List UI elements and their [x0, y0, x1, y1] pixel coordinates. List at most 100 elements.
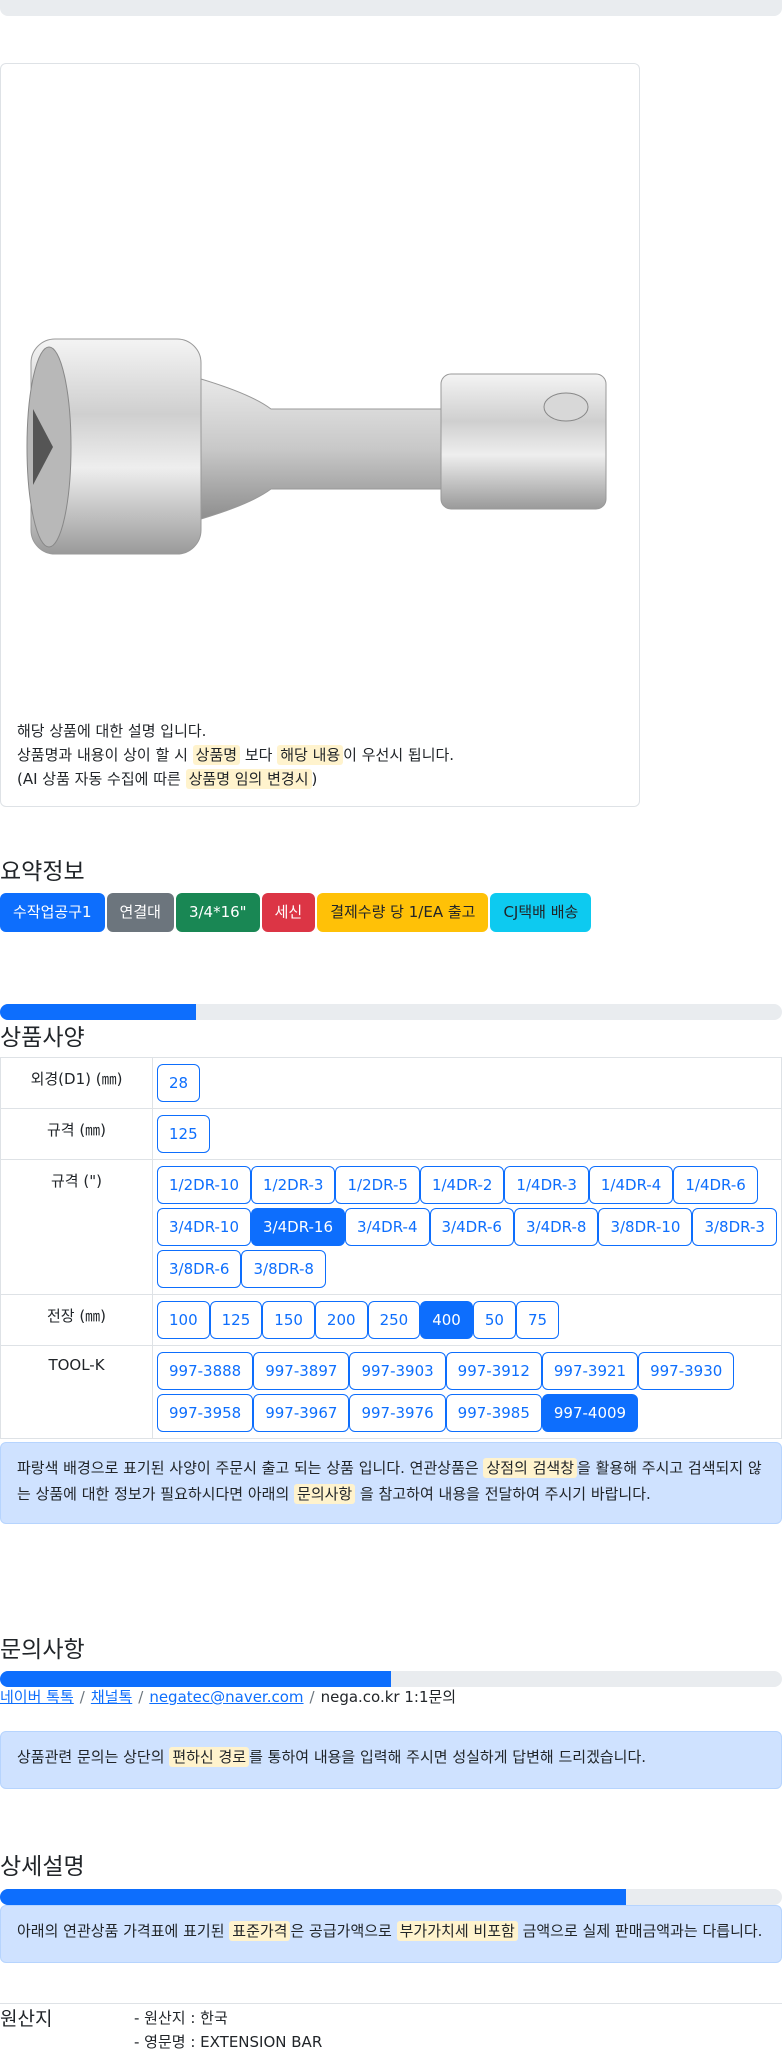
- spec-option-button[interactable]: 200: [314, 1301, 368, 1339]
- spec-notice: 파랑색 배경으로 표기된 사양이 주문시 출고 되는 상품 입니다. 연관상품은…: [0, 1442, 782, 1524]
- detail-progress-bar: [0, 1889, 626, 1905]
- highlight-name-change: 상품명 임의 변경시: [185, 769, 312, 789]
- spec-option-button[interactable]: 28: [157, 1064, 201, 1102]
- notice-text: 파랑색 배경으로 표기된 사양이 주문시 출고 되는 상품 입니다. 연관상품은: [17, 1459, 484, 1477]
- spec-option-button[interactable]: 997-3967: [253, 1394, 350, 1432]
- spec-option-button[interactable]: 400: [420, 1301, 473, 1339]
- spec-option-button[interactable]: 1/4DR-4: [588, 1166, 674, 1204]
- spec-options: 1/2DR-10 1/2DR-3 1/2DR-5 1/4DR-2 1/4DR-3 1/4D…: [152, 1159, 782, 1295]
- spec-options: 28: [152, 1057, 782, 1109]
- detail-progress: [0, 1889, 782, 1905]
- desc-line-3: (AI 상품 자동 수집에 따른 상품명 임의 변경시): [17, 767, 454, 791]
- spec-label: 전장 (㎜): [0, 1294, 153, 1346]
- separator: /: [138, 1688, 144, 1706]
- summary-badges: 수작업공구1 연결대 3/4*16" 세신 결제수량 당 1/EA 출고 CJ택배 배송: [0, 893, 592, 932]
- highlight-content: 해당 내용: [277, 745, 344, 765]
- spec-label: 외경(D1) (㎜): [0, 1057, 153, 1109]
- spec-option-button[interactable]: 1/2DR-5: [335, 1166, 420, 1204]
- origin-item: - 원산지 : 한국: [134, 2009, 228, 2027]
- highlight-standard-price: 표준가격: [229, 1921, 291, 1941]
- spec-row: 외경(D1) (㎜) 28: [0, 1057, 782, 1109]
- spec-option-button[interactable]: 1/4DR-6: [673, 1166, 758, 1204]
- english-name-item: - 영문명 : EXTENSION BAR: [134, 2033, 323, 2051]
- spec-option-button[interactable]: 1/4DR-2: [419, 1166, 505, 1204]
- desc-text: 이 우선시 됩니다.: [343, 746, 455, 764]
- highlight-route: 편하신 경로: [169, 1747, 250, 1767]
- spec-option-button[interactable]: 125: [157, 1115, 210, 1153]
- spec-row: 전장 (㎜) 100 125 150 200 250 400 50 75: [0, 1294, 782, 1346]
- notice-text: 상품관련 문의는 상단의: [17, 1748, 170, 1766]
- summary-badge: CJ택배 배송: [490, 893, 592, 932]
- spec-option-button[interactable]: 1/2DR-10: [157, 1166, 252, 1204]
- spec-option-button[interactable]: 125: [209, 1301, 263, 1339]
- spec-progress: [0, 1004, 782, 1020]
- spec-option-button[interactable]: 997-3903: [349, 1352, 446, 1390]
- spec-title: 상품사양: [0, 1025, 85, 1051]
- inquiry-notice: 상품관련 문의는 상단의 편하신 경로 를 통하여 내용을 입력해 주시면 성실하…: [0, 1731, 782, 1789]
- summary-badge: 수작업공구1: [0, 893, 105, 932]
- spec-option-button[interactable]: 997-3912: [445, 1352, 542, 1390]
- spec-row: TOOL-K 997-3888 997-3897 997-3903 997-3912 99…: [0, 1345, 782, 1439]
- spec-label: 규격 ("): [0, 1159, 153, 1295]
- detail-notice: 아래의 연관상품 가격표에 표기된 표준가격 은 공급가액으로 부가가치세 비포함…: [0, 1905, 782, 1963]
- spec-option-button[interactable]: 1/2DR-3: [251, 1166, 336, 1204]
- notice-text: 아래의 연관상품 가격표에 표기된: [17, 1922, 230, 1940]
- inquiry-progress: [0, 1671, 782, 1687]
- separator: /: [79, 1688, 85, 1706]
- spec-option-button[interactable]: 3/4DR-16: [251, 1208, 346, 1246]
- spec-option-button[interactable]: 3/4DR-6: [429, 1208, 514, 1246]
- spec-option-button[interactable]: 997-3897: [253, 1352, 350, 1390]
- spec-option-button[interactable]: 150: [262, 1301, 315, 1339]
- summary-badge: 3/4*16": [175, 893, 260, 932]
- email-link[interactable]: negatec@naver.com: [149, 1688, 303, 1706]
- inquiry-links: 네이버 톡톡 / 채널톡 / negatec@naver.com / nega.co.kr …: [0, 1686, 456, 1707]
- spec-option-button[interactable]: 1/4DR-3: [504, 1166, 589, 1204]
- spec-option-button[interactable]: 997-3985: [445, 1394, 542, 1432]
- spec-option-button[interactable]: 3/8DR-8: [241, 1250, 326, 1288]
- product-description: 해당 상품에 대한 설명 입니다. 상품명과 내용이 상이 할 시 상품명 보다…: [17, 719, 454, 791]
- summary-badge: 연결대: [106, 893, 174, 932]
- desc-line-1: 해당 상품에 대한 설명 입니다.: [17, 722, 207, 740]
- notice-text: 금액으로 실제 판매금액과는 다릅니다.: [517, 1922, 763, 1940]
- spec-option-button[interactable]: 997-3930: [638, 1352, 735, 1390]
- spec-option-button[interactable]: 75: [515, 1301, 560, 1339]
- summary-badge: 세신: [261, 893, 316, 932]
- naver-talk-link[interactable]: 네이버 톡톡: [0, 1688, 74, 1706]
- spec-options: 997-3888 997-3897 997-3903 997-3912 997-3921…: [152, 1345, 782, 1439]
- detail-title: 상세설명: [0, 1854, 85, 1880]
- summary-title: 요약정보: [0, 859, 85, 885]
- spec-option-button[interactable]: 997-3958: [157, 1394, 254, 1432]
- inquiry-progress-bar: [0, 1671, 391, 1687]
- spec-option-button[interactable]: 997-3976: [349, 1394, 446, 1432]
- spec-option-button[interactable]: 997-4009: [541, 1394, 639, 1432]
- channel-talk-link[interactable]: 채널톡: [91, 1688, 132, 1706]
- spec-option-button[interactable]: 997-3921: [541, 1352, 639, 1390]
- desc-text: (AI 상품 자동 수집에 따른: [17, 770, 186, 788]
- spec-option-button[interactable]: 3/8DR-10: [598, 1208, 693, 1246]
- spec-option-button[interactable]: 997-3888: [157, 1352, 254, 1390]
- origin-section: 원산지 - 원산지 : 한국 - 영문명 : EXTENSION BAR: [0, 2003, 782, 2051]
- product-image: [26, 338, 607, 555]
- desc-text: ): [311, 770, 318, 788]
- product-card: 해당 상품에 대한 설명 입니다. 상품명과 내용이 상이 할 시 상품명 보다…: [0, 63, 640, 807]
- highlight-inquiry: 문의사항: [294, 1484, 356, 1504]
- spec-option-button[interactable]: 3/4DR-10: [157, 1208, 252, 1246]
- spec-option-button[interactable]: 250: [367, 1301, 421, 1339]
- highlight-search: 상점의 검색창: [483, 1458, 578, 1478]
- spec-row: 규격 (") 1/2DR-10 1/2DR-3 1/2DR-5 1/4DR-2 1/4DR…: [0, 1159, 782, 1295]
- desc-text: 보다: [240, 746, 278, 764]
- spec-option-button[interactable]: 3/8DR-6: [157, 1250, 242, 1288]
- spec-option-button[interactable]: 100: [157, 1301, 210, 1339]
- spec-label: 규격 (㎜): [0, 1108, 153, 1160]
- highlight-product-name: 상품명: [192, 745, 241, 765]
- site-inquiry-text: nega.co.kr 1:1문의: [320, 1688, 457, 1706]
- spec-option-button[interactable]: 3/4DR-8: [513, 1208, 599, 1246]
- spec-option-button[interactable]: 50: [472, 1301, 516, 1339]
- inquiry-title: 문의사항: [0, 1637, 85, 1663]
- spec-option-button[interactable]: 3/8DR-3: [692, 1208, 777, 1246]
- origin-label: 원산지: [0, 2008, 53, 2030]
- notice-text: 을 참고하여 내용을 전달하여 주시기 바랍니다.: [355, 1485, 651, 1503]
- spec-row: 규격 (㎜) 125: [0, 1108, 782, 1160]
- spec-option-button[interactable]: 3/4DR-4: [345, 1208, 430, 1246]
- desc-line-2: 상품명과 내용이 상이 할 시 상품명 보다 해당 내용 이 우선시 됩니다.: [17, 743, 454, 767]
